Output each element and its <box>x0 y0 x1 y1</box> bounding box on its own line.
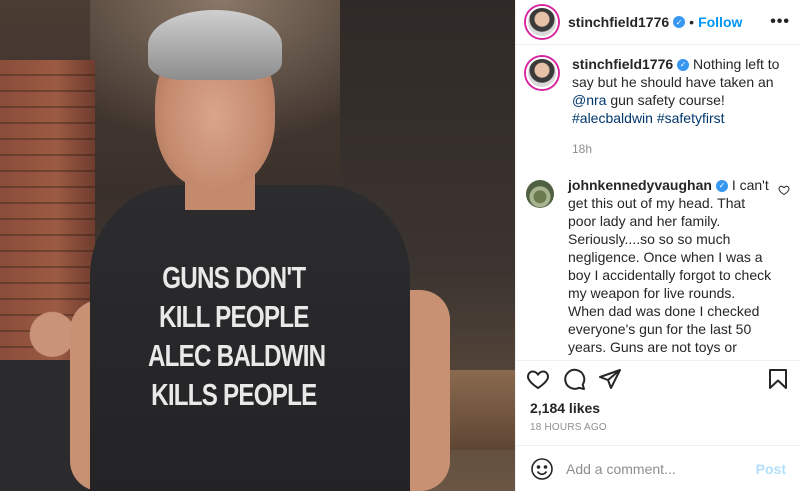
caption-text-2: gun safety course! <box>610 92 725 108</box>
share-paper-plane-icon[interactable] <box>598 367 622 391</box>
mention-link[interactable]: @nra <box>572 92 606 108</box>
commenter-verified-badge-icon: ✓ <box>715 180 728 193</box>
hashtag-link-1[interactable]: #alecbaldwin <box>572 110 653 126</box>
comment-body: johnkennedyvaughan ✓ I can't get this out… <box>568 176 772 360</box>
likes-count[interactable]: 2,184 likes <box>516 396 800 416</box>
man-figure: GUNS DON'T KILL PEOPLE ALEC BALDWIN KILL… <box>60 0 480 491</box>
comment: johnkennedyvaughan ✓ I can't get this out… <box>526 176 790 360</box>
post-photo[interactable]: GUNS DON'T KILL PEOPLE ALEC BALDWIN KILL… <box>0 0 515 491</box>
post-comment-button[interactable]: Post <box>756 461 786 477</box>
follow-button[interactable]: Follow <box>698 14 742 30</box>
comment-text: I can't get this out of my head. That po… <box>568 177 772 360</box>
comment-like-heart-icon[interactable] <box>778 184 790 196</box>
hashtag-link-2[interactable]: #safetyfirst <box>657 110 725 126</box>
comments-list[interactable]: stinchfield1776 ✓ Nothing left to say but… <box>516 45 800 360</box>
caption: stinchfield1776 ✓ Nothing left to say but… <box>526 55 790 158</box>
caption-verified-badge-icon: ✓ <box>677 59 690 72</box>
comment-composer: Post <box>516 445 800 491</box>
shirt-line-2: KILL PEOPLE <box>159 299 309 334</box>
comment-bubble-icon[interactable] <box>562 367 586 391</box>
caption-avatar[interactable] <box>526 57 558 89</box>
commenter-avatar[interactable] <box>526 180 554 208</box>
commenter-username[interactable]: johnkennedyvaughan <box>568 177 712 193</box>
separator-dot: • <box>689 14 695 30</box>
shirt-line-3: ALEC BALDWIN <box>148 338 326 373</box>
save-bookmark-icon[interactable] <box>766 367 790 391</box>
comment-input[interactable] <box>566 460 756 477</box>
caption-body: stinchfield1776 ✓ Nothing left to say but… <box>572 55 790 158</box>
instagram-post: GUNS DON'T KILL PEOPLE ALEC BALDWIN KILL… <box>0 0 800 491</box>
more-options-icon[interactable]: ••• <box>770 13 790 31</box>
action-bar <box>516 360 800 396</box>
verified-badge-icon: ✓ <box>673 16 686 28</box>
emoji-icon[interactable] <box>530 457 554 481</box>
post-header: stinchfield1776 ✓ • Follow ••• <box>516 0 800 45</box>
shirt-line-4: KILLS PEOPLE <box>151 377 317 412</box>
hair <box>148 10 282 80</box>
post-details-panel: stinchfield1776 ✓ • Follow ••• stinchfie… <box>515 0 800 491</box>
author-avatar[interactable] <box>526 6 558 38</box>
post-timestamp: 18 HOURS AGO <box>530 422 607 433</box>
like-heart-icon[interactable] <box>526 367 550 391</box>
shirt-line-1: GUNS DON'T <box>162 260 306 295</box>
shirt-slogan: GUNS DON'T KILL PEOPLE ALEC BALDWIN KILL… <box>148 258 326 414</box>
author-username[interactable]: stinchfield1776 <box>568 14 669 30</box>
caption-username[interactable]: stinchfield1776 <box>572 56 673 72</box>
caption-age: 18h <box>572 142 593 156</box>
